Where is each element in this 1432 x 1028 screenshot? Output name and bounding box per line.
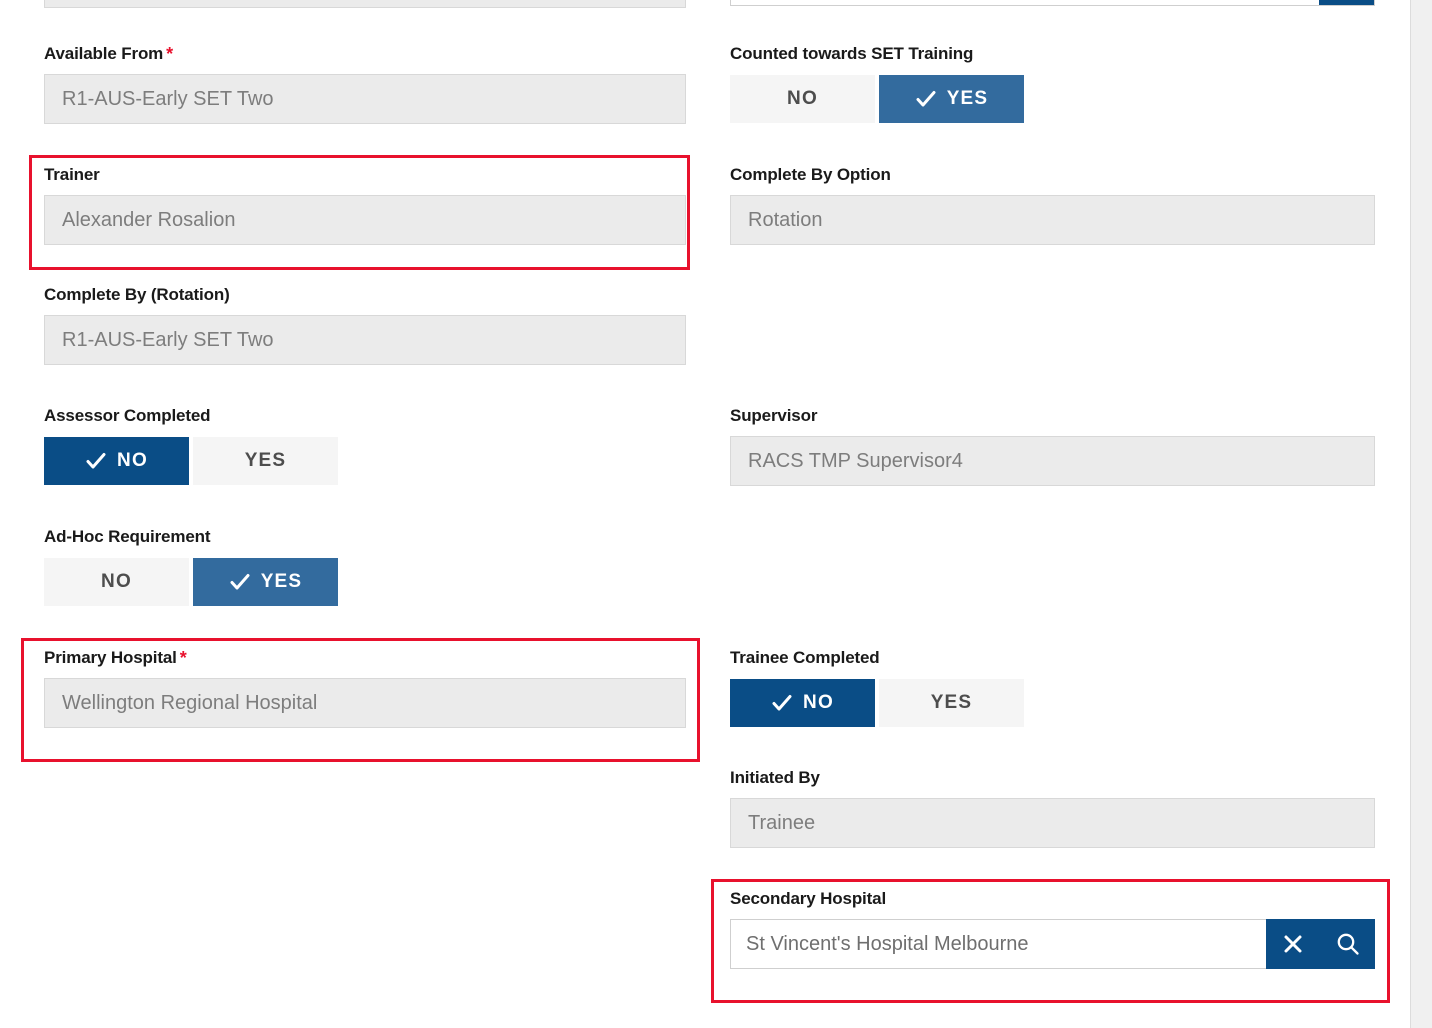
toggle-trainee-completed-no[interactable]: NO [730, 679, 875, 727]
label-primary-hospital: Primary Hospital * [44, 648, 686, 668]
toggle-counted-towards-set-training-yes-label: YES [946, 88, 989, 109]
input-complete-by-option[interactable]: Rotation [730, 195, 1375, 245]
input-secondary-hospital[interactable]: St Vincent's Hospital Melbourne [731, 920, 1266, 968]
label-supervisor: Supervisor [730, 406, 818, 425]
check-icon [771, 692, 793, 714]
label-available-from: Available From * [44, 44, 686, 64]
label-ad-hoc-requirement: Ad-Hoc Requirement [44, 527, 211, 546]
label-trainer: Trainer [44, 165, 100, 184]
label-counted-towards-set-training: Counted towards SET Training [730, 44, 974, 63]
partial-search-button[interactable] [1319, 0, 1374, 5]
secondary-hospital-button-group [1266, 919, 1375, 969]
partial-input-above-left[interactable] [44, 0, 686, 8]
toggle-counted-towards-set-training-no[interactable]: NO [730, 75, 875, 123]
field-primary-hospital: Primary Hospital * Wellington Regional Ho… [44, 648, 686, 728]
label-complete-by-option: Complete By Option [730, 165, 891, 184]
input-supervisor[interactable]: RACS TMP Supervisor4 [730, 436, 1375, 486]
field-secondary-hospital: Secondary Hospital St Vincent's Hospital… [730, 889, 1375, 969]
input-complete-by-rotation[interactable]: R1-AUS-Early SET Two [44, 315, 686, 365]
page-scrollbar[interactable] [1411, 0, 1432, 1028]
toggle-assessor-completed-no-label: NO [117, 450, 148, 471]
field-counted-towards-set-training: Counted towards SET Training NO YES [730, 44, 1024, 123]
label-available-from-text: Available From [44, 44, 164, 63]
field-ad-hoc-requirement: Ad-Hoc Requirement NO YES [44, 527, 338, 606]
close-icon[interactable] [1268, 932, 1318, 956]
toggle-trainee-completed: NO YES [730, 679, 1024, 727]
label-assessor-completed: Assessor Completed [44, 406, 211, 425]
field-trainer: Trainer Alexander Rosalion [44, 165, 686, 245]
toggle-ad-hoc-requirement-yes[interactable]: YES [193, 558, 338, 606]
toggle-assessor-completed-yes-label: YES [244, 450, 287, 471]
toggle-trainee-completed-yes[interactable]: YES [879, 679, 1024, 727]
label-primary-hospital-text: Primary Hospital [44, 648, 177, 667]
required-indicator: * [166, 44, 174, 64]
toggle-assessor-completed: NO YES [44, 437, 338, 485]
form-page: Available From * R1-AUS-Early SET Two Tra… [0, 0, 1411, 1028]
field-assessor-completed: Assessor Completed NO YES [44, 406, 338, 485]
partial-search-input-text [731, 0, 1319, 5]
toggle-counted-towards-set-training: NO YES [730, 75, 1024, 123]
toggle-ad-hoc-requirement-yes-label: YES [260, 571, 303, 592]
label-trainee-completed: Trainee Completed [730, 648, 880, 667]
field-available-from: Available From * R1-AUS-Early SET Two [44, 44, 686, 124]
form-left-column: Available From * R1-AUS-Early SET Two Tra… [0, 0, 716, 1028]
check-icon [915, 88, 937, 110]
search-icon[interactable] [1323, 931, 1373, 957]
field-complete-by-option: Complete By Option Rotation [730, 165, 1375, 245]
label-complete-by-rotation: Complete By (Rotation) [44, 285, 230, 304]
toggle-assessor-completed-yes[interactable]: YES [193, 437, 338, 485]
label-secondary-hospital: Secondary Hospital [730, 889, 887, 908]
partial-search-input-above-right[interactable] [730, 0, 1375, 6]
field-supervisor: Supervisor RACS TMP Supervisor4 [730, 406, 1375, 486]
toggle-counted-towards-set-training-yes[interactable]: YES [879, 75, 1024, 123]
toggle-trainee-completed-yes-label: YES [930, 692, 973, 713]
field-complete-by-rotation: Complete By (Rotation) R1-AUS-Early SET … [44, 285, 686, 365]
toggle-trainee-completed-no-label: NO [803, 692, 834, 713]
field-initiated-by: Initiated By Trainee [730, 768, 1375, 848]
required-indicator: * [179, 648, 187, 668]
toggle-ad-hoc-requirement: NO YES [44, 558, 338, 606]
input-trainer[interactable]: Alexander Rosalion [44, 195, 686, 245]
label-initiated-by: Initiated By [730, 768, 820, 787]
toggle-counted-towards-set-training-no-label: NO [787, 88, 818, 109]
input-primary-hospital[interactable]: Wellington Regional Hospital [44, 678, 686, 728]
check-icon [85, 450, 107, 472]
check-icon [229, 571, 251, 593]
field-trainee-completed: Trainee Completed NO YES [730, 648, 1024, 727]
toggle-ad-hoc-requirement-no-label: NO [101, 571, 132, 592]
input-available-from[interactable]: R1-AUS-Early SET Two [44, 74, 686, 124]
form-right-column: Counted towards SET Training NO YES Comp… [711, 0, 1411, 1028]
input-initiated-by[interactable]: Trainee [730, 798, 1375, 848]
secondary-hospital-search-wrap: St Vincent's Hospital Melbourne [730, 919, 1375, 969]
toggle-assessor-completed-no[interactable]: NO [44, 437, 189, 485]
toggle-ad-hoc-requirement-no[interactable]: NO [44, 558, 189, 606]
